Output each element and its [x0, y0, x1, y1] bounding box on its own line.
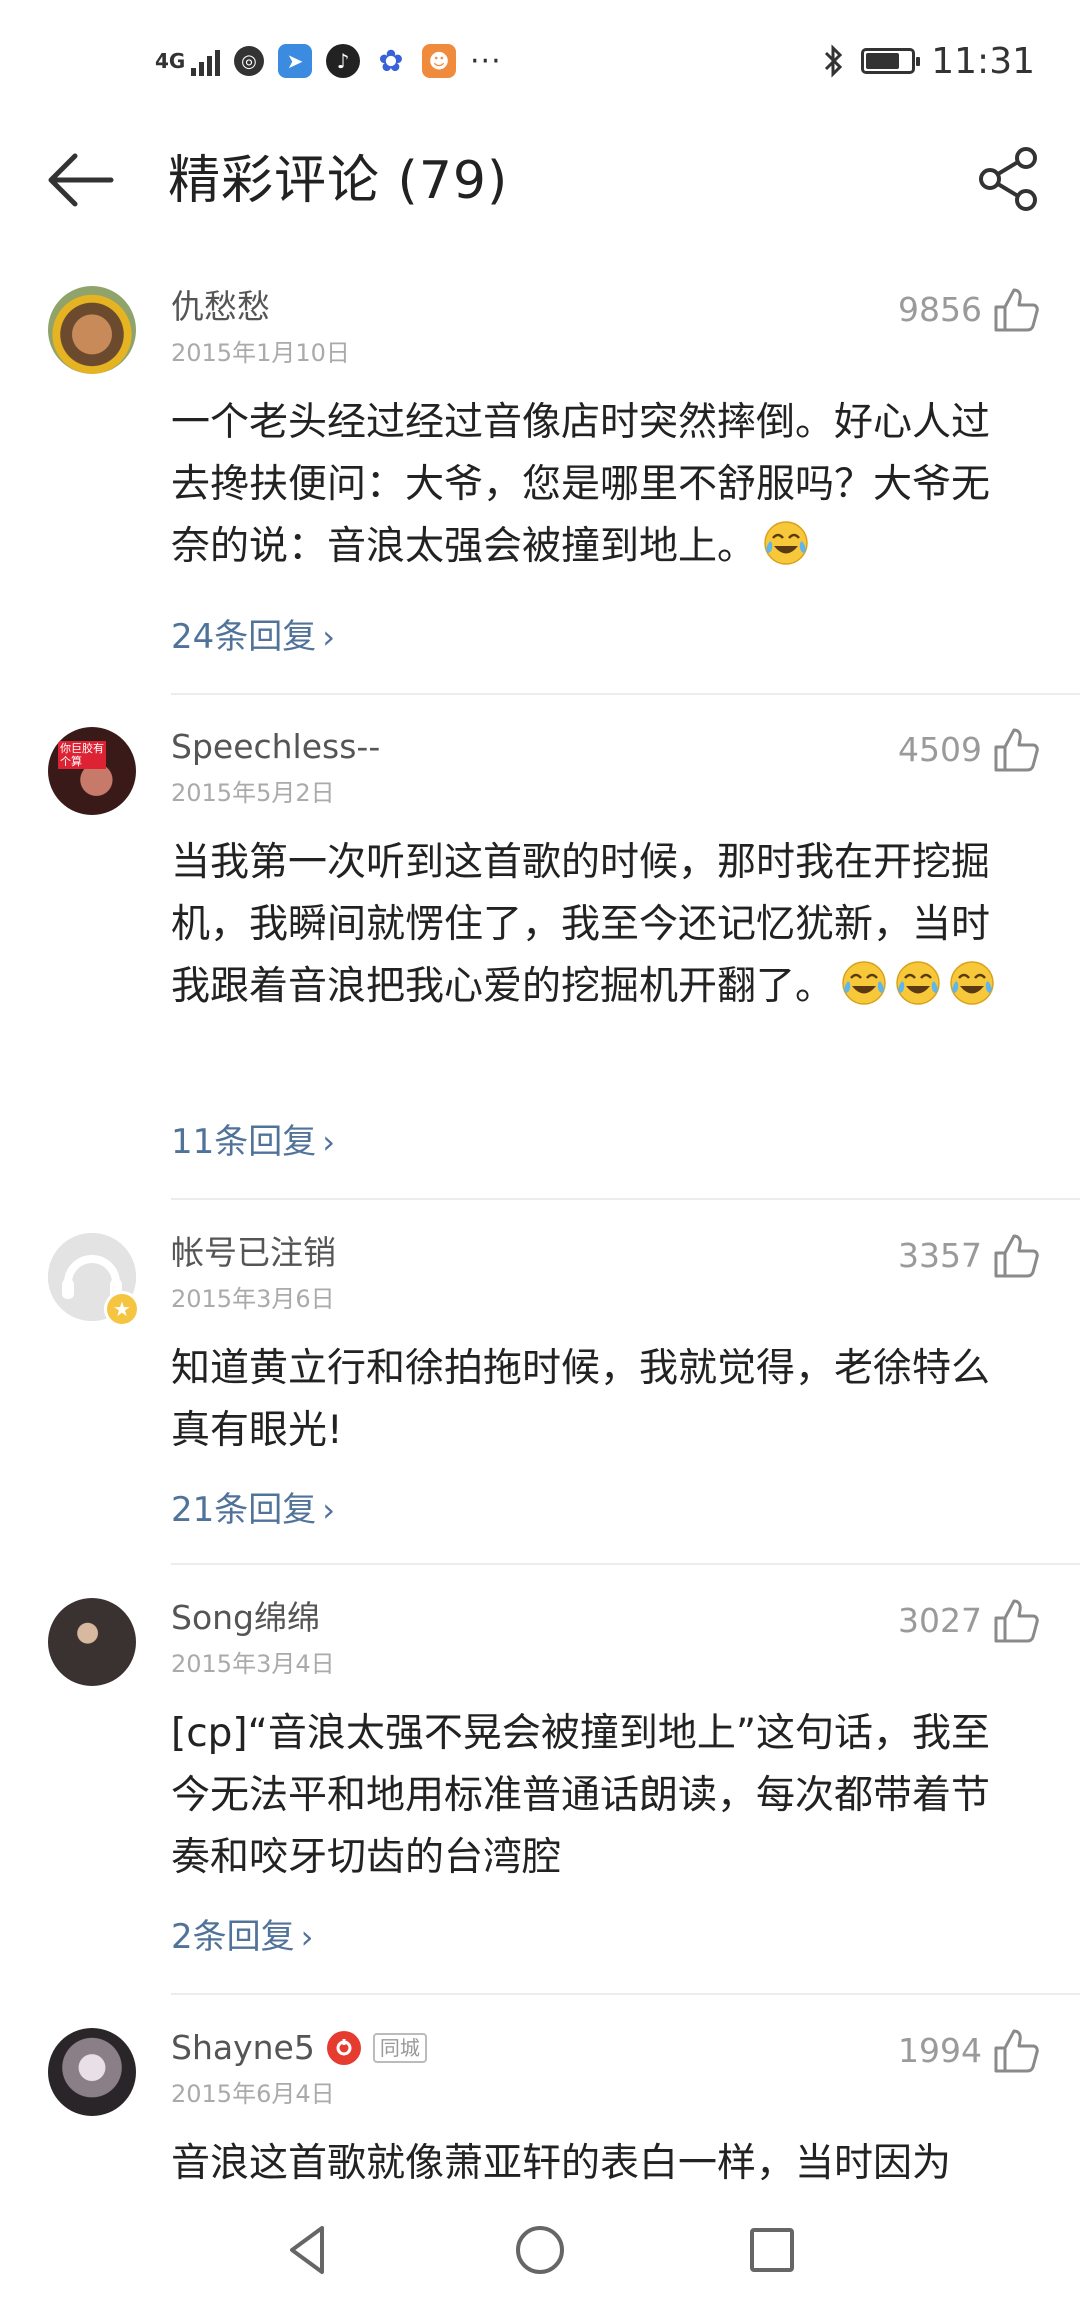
back-arrow-icon[interactable] — [45, 148, 115, 212]
vip-badge-icon — [326, 2031, 361, 2065]
like-count: 3357 — [898, 1236, 982, 1275]
like-count: 1994 — [898, 2031, 982, 2070]
replies-link[interactable]: 24条回复 › — [171, 615, 335, 659]
comment-item: Shayne5 同城 2015年6月4日 1994 音浪这首歌就像萧亚轩的表白一… — [0, 1995, 1080, 2190]
comment-text-content: 音浪这首歌就像萧亚轩的表白一样，当时因为 — [171, 2141, 952, 2186]
avatar[interactable] — [48, 286, 136, 374]
more-notifications-icon: ··· — [470, 43, 502, 79]
page-title: 精彩评论 (79) — [168, 151, 509, 211]
like-count: 4509 — [898, 730, 982, 769]
chevron-right-icon: › — [322, 618, 336, 656]
chevron-right-icon: › — [322, 1491, 336, 1529]
comment-text: 知道黄立行和徐拍拖时候，我就觉得，老徐特么真有眼光! — [171, 1338, 1026, 1462]
header: 精彩评论 (79) — [0, 120, 1080, 240]
thumbs-up-icon[interactable] — [992, 1597, 1040, 1645]
comment-date: 2015年3月6日 — [171, 1285, 335, 1313]
nav-recents-icon[interactable] — [742, 2220, 802, 2280]
battery-level — [866, 53, 900, 69]
comment-item: 仇愁愁 2015年1月10日 9856 一个老头经过经过音像店时突然摔倒。好心人… — [0, 240, 1080, 695]
replies-count: 21条回复 — [171, 1490, 317, 1530]
username[interactable]: 仇愁愁 — [171, 285, 270, 329]
comment-text: 当我第一次听到这首歌的时候，那时我在开挖掘机，我瞬间就愣住了，我至今还记忆犹新，… — [171, 832, 1026, 1018]
comment-text-content: 一个老头经过经过音像店时突然摔倒。好心人过去搀扶便问：大爷，您是哪里不舒服吗？大… — [171, 400, 991, 569]
username[interactable]: Shayne5 — [171, 2026, 315, 2070]
emoji-group — [756, 521, 810, 569]
like-button[interactable]: 1994 — [898, 2027, 1040, 2075]
comment-text: [cp]“音浪太强不晃会被撞到地上”这句话，我至今无法平和地用标准普通话朗读，每… — [171, 1703, 1026, 1889]
replies-count: 2条回复 — [171, 1917, 295, 1957]
thumbs-up-icon[interactable] — [992, 1232, 1040, 1280]
tears-of-joy-emoji-icon — [950, 961, 994, 1005]
avatar[interactable]: ★ — [48, 1233, 140, 1327]
clock: 11:31 — [931, 40, 1035, 82]
username[interactable]: Speechless-- — [171, 725, 380, 769]
city-tag: 同城 — [372, 2033, 427, 2063]
username[interactable]: Song绵绵 — [171, 1596, 320, 1640]
comment-text: 音浪这首歌就像萧亚轩的表白一样，当时因为 — [171, 2133, 1026, 2195]
status-left: 4G ◎ ➤ ♪ ✿ ☻ ··· — [155, 36, 502, 86]
avatar[interactable] — [48, 1598, 136, 1686]
replies-count: 11条回复 — [171, 1122, 317, 1162]
like-button[interactable]: 9856 — [898, 286, 1040, 334]
nav-home-icon[interactable] — [510, 2220, 570, 2280]
avatar[interactable] — [48, 2028, 136, 2116]
replies-link[interactable]: 21条回复 › — [171, 1488, 335, 1532]
comment-item: 你巨胶有个算 Speechless-- 2015年5月2日 4509 当我第一次… — [0, 695, 1080, 1200]
netease-music-notification-icon: ◎ — [234, 46, 264, 76]
avatar-caption: 你巨胶有个算 — [58, 741, 106, 769]
comment-date: 2015年3月4日 — [171, 1650, 335, 1678]
thumbs-up-icon[interactable] — [992, 2027, 1040, 2075]
system-navigation-bar — [0, 2190, 1080, 2310]
paw-notification-icon: ✿ — [374, 44, 408, 79]
chevron-right-icon: › — [300, 1918, 314, 1956]
tears-of-joy-emoji-icon — [842, 961, 886, 1005]
user-row: 仇愁愁 — [171, 285, 270, 329]
comment-text: 一个老头经过经过音像店时突然摔倒。好心人过去搀扶便问：大爷，您是哪里不舒服吗？大… — [171, 392, 1026, 578]
comment-item: ★ 帐号已注销 2015年3月6日 3357 知道黄立行和徐拍拖时候，我就觉得，… — [0, 1200, 1080, 1565]
thumbs-up-icon[interactable] — [992, 286, 1040, 334]
avatar[interactable]: 你巨胶有个算 — [48, 727, 136, 815]
thumbs-up-icon[interactable] — [992, 726, 1040, 774]
username[interactable]: 帐号已注销 — [171, 1231, 336, 1275]
share-icon[interactable] — [976, 146, 1042, 212]
signal-icon — [191, 46, 220, 76]
battery-icon — [861, 48, 921, 74]
uc-browser-notification-icon: ☻ — [422, 44, 456, 78]
tears-of-joy-emoji-icon — [896, 961, 940, 1005]
tiktok-notification-icon: ♪ — [326, 44, 360, 78]
emoji-group — [834, 961, 996, 1009]
comment-date: 2015年1月10日 — [171, 339, 350, 367]
replies-link[interactable]: 11条回复 › — [171, 1120, 335, 1164]
nav-back-icon[interactable] — [278, 2220, 338, 2280]
comment-date: 2015年5月2日 — [171, 779, 335, 807]
user-row: Shayne5 同城 — [171, 2026, 427, 2070]
user-row: 帐号已注销 — [171, 1231, 336, 1275]
comment-date: 2015年6月4日 — [171, 2080, 335, 2108]
user-row: Song绵绵 — [171, 1596, 320, 1640]
status-bar: 4G ◎ ➤ ♪ ✿ ☻ ··· 11:31 — [0, 0, 1080, 120]
like-count: 9856 — [898, 290, 982, 329]
replies-count: 24条回复 — [171, 617, 317, 657]
comment-item: Song绵绵 2015年3月4日 3027 [cp]“音浪太强不晃会被撞到地上”… — [0, 1565, 1080, 1995]
like-count: 3027 — [898, 1601, 982, 1640]
network-type: 4G — [155, 49, 186, 73]
status-right: 11:31 — [823, 36, 1035, 86]
replies-link[interactable]: 2条回复 › — [171, 1915, 313, 1959]
user-row: Speechless-- — [171, 725, 380, 769]
star-badge-icon: ★ — [104, 1291, 140, 1327]
tears-of-joy-emoji-icon — [764, 521, 808, 565]
like-button[interactable]: 3357 — [898, 1232, 1040, 1280]
chevron-right-icon: › — [322, 1123, 336, 1161]
like-button[interactable]: 3027 — [898, 1597, 1040, 1645]
like-button[interactable]: 4509 — [898, 726, 1040, 774]
map-notification-icon: ➤ — [278, 44, 312, 78]
comment-text-content: [cp]“音浪太强不晃会被撞到地上”这句话，我至今无法平和地用标准普通话朗读，每… — [171, 1711, 991, 1880]
bluetooth-icon — [825, 44, 843, 78]
comment-text-content: 知道黄立行和徐拍拖时候，我就觉得，老徐特么真有眼光! — [171, 1346, 991, 1453]
